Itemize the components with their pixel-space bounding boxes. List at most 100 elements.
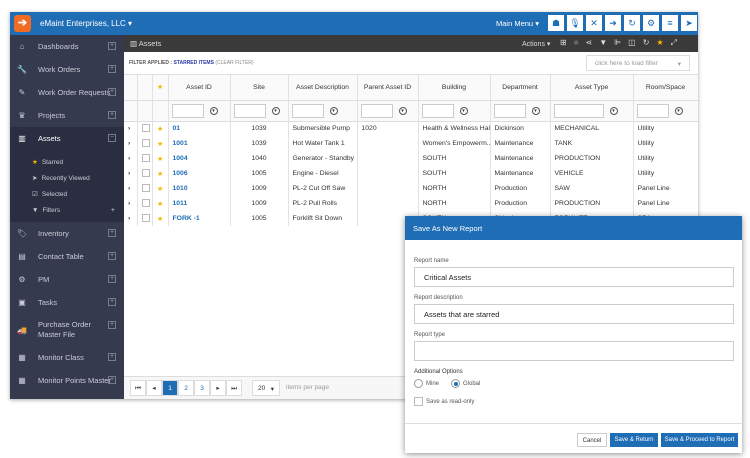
report-name-input[interactable]: Critical Assets <box>414 267 734 287</box>
column-header[interactable]: Department <box>490 75 551 101</box>
table-row[interactable]: › ★ 1010 1009 PL-2 Cut Off Saw NORTH Productio… <box>124 181 698 196</box>
readonly-checkbox-box[interactable] <box>414 397 423 406</box>
expand-icon[interactable]: + <box>108 376 116 384</box>
filter-options-icon[interactable]: ▾ <box>398 106 407 115</box>
company-switcher[interactable]: eMaint Enterprises, LLC ▾ <box>40 19 132 28</box>
tools-icon[interactable]: ✕ <box>586 15 602 31</box>
filter-options-icon[interactable]: ▾ <box>609 106 618 115</box>
asset-id-link[interactable]: 1010 <box>168 181 231 196</box>
radio-global[interactable]: Global <box>451 379 480 388</box>
clear-filter-link[interactable]: (CLEAR FILTER) <box>215 60 253 66</box>
sidebar-item-monitor-class[interactable]: ▦ Monitor Class + <box>10 346 124 369</box>
expand-row-icon[interactable]: › <box>124 136 138 151</box>
star-icon[interactable]: ★ <box>152 181 169 196</box>
logout-icon[interactable]: ➜ <box>605 15 621 31</box>
expand-icon[interactable]: + <box>108 321 116 329</box>
column-filter-input[interactable] <box>171 103 204 118</box>
page-1-button[interactable]: 1 <box>162 380 178 396</box>
filter-options-icon[interactable]: ▾ <box>329 106 338 115</box>
expand-icon[interactable]: + <box>108 65 116 73</box>
filter-options-icon[interactable]: ▾ <box>674 106 683 115</box>
column-header[interactable]: Building <box>418 75 491 101</box>
asset-id-link[interactable]: 1006 <box>168 166 231 181</box>
filter-icon[interactable]: ▼ <box>599 38 607 48</box>
actions-dropdown[interactable]: Actions ▾ <box>522 40 550 48</box>
star-icon[interactable]: ★ <box>152 211 169 226</box>
report-type-input[interactable] <box>414 341 734 361</box>
star-icon[interactable]: ★ <box>152 151 169 166</box>
gear-icon[interactable]: ⚙ <box>643 15 659 31</box>
main-menu-button[interactable]: Main Menu ▾ <box>496 19 539 28</box>
navigate-icon[interactable]: ➤ <box>681 15 697 31</box>
asset-id-link[interactable]: FORK -1 <box>168 211 231 226</box>
square-icon[interactable]: ■ <box>574 38 579 48</box>
column-header[interactable]: Parent Asset ID <box>357 75 419 101</box>
filter-options-icon[interactable]: ▾ <box>271 106 280 115</box>
sidebar-sub-starred[interactable]: ★ Starred <box>10 150 124 170</box>
radio-mine-circle[interactable] <box>414 379 423 388</box>
row-checkbox[interactable] <box>141 123 150 132</box>
column-header[interactable]: Asset Description <box>288 75 358 101</box>
column-filter-input[interactable] <box>493 103 526 118</box>
expand-icon[interactable]: + <box>108 298 116 306</box>
cancel-button[interactable]: Cancel <box>577 433 607 447</box>
sidebar-item-work-orders[interactable]: 🔧 Work Orders + <box>10 58 124 81</box>
filter-options-icon[interactable]: ▾ <box>209 106 218 115</box>
expand-icon[interactable]: + <box>108 353 116 361</box>
expand-icon[interactable]: + <box>108 275 116 283</box>
asset-id-link[interactable]: 1011 <box>168 196 231 211</box>
column-header[interactable]: Asset Type <box>550 75 634 101</box>
expand-row-icon[interactable]: › <box>124 166 138 181</box>
expand-row-icon[interactable]: › <box>124 211 138 226</box>
radio-mine[interactable]: Mine <box>414 379 439 388</box>
expand-row-icon[interactable]: › <box>124 151 138 166</box>
sidebar-sub-selected[interactable]: ☑ Selected <box>10 186 124 202</box>
row-select[interactable] <box>137 196 153 211</box>
column-filter-input[interactable] <box>291 103 324 118</box>
star-icon[interactable]: ★ <box>152 166 169 181</box>
user-icon[interactable]: ☗ <box>548 15 564 31</box>
page-2-button[interactable]: 2 <box>178 380 194 396</box>
asset-id-link[interactable]: 1004 <box>168 151 231 166</box>
sidebar-item-work-order-requests[interactable]: ✎ Work Order Requests + <box>10 81 124 104</box>
table-row[interactable]: › ★ 1004 1040 Generator - Standby SOUTH Mainte… <box>124 151 698 166</box>
table-row[interactable]: › ★ 01 1039 Submersible Pump 1020 Health & Wel… <box>124 121 698 136</box>
sort-icon[interactable]: ⊫ <box>614 38 621 48</box>
expand-row-icon[interactable]: › <box>124 181 138 196</box>
first-page-button[interactable]: ⏮ <box>130 380 146 396</box>
row-checkbox[interactable] <box>141 213 150 222</box>
row-checkbox[interactable] <box>141 153 150 162</box>
add-column-icon[interactable]: ⊞ <box>560 38 567 48</box>
star-icon[interactable]: ★ <box>152 196 169 211</box>
row-checkbox[interactable] <box>141 138 150 147</box>
star-icon[interactable]: ★ <box>656 38 663 48</box>
share-icon[interactable]: ⋖ <box>586 38 593 48</box>
asset-id-link[interactable]: 1001 <box>168 136 231 151</box>
expand-icon[interactable]: + <box>108 252 116 260</box>
row-checkbox[interactable] <box>141 198 150 207</box>
sidebar-item-assets[interactable]: ▥ Assets − <box>10 127 124 150</box>
save-proceed-button[interactable]: Save & Proceed to Report <box>661 433 738 447</box>
filter-options-icon[interactable]: ▾ <box>459 106 468 115</box>
expand-row-icon[interactable]: › <box>124 196 138 211</box>
expand-row-icon[interactable]: › <box>124 121 138 136</box>
row-select[interactable] <box>137 136 153 151</box>
row-select[interactable] <box>137 151 153 166</box>
asset-id-link[interactable]: 01 <box>168 121 231 136</box>
next-page-button[interactable]: ▸ <box>210 380 226 396</box>
sidebar-item-purchase-order[interactable]: 🚚 Purchase Order Master File + <box>10 314 124 346</box>
column-filter-input[interactable] <box>360 103 393 118</box>
table-row[interactable]: › ★ 1001 1039 Hot Water Tank 1 Women's Empowe… <box>124 136 698 151</box>
row-select[interactable] <box>137 211 153 226</box>
refresh-icon[interactable]: ↻ <box>643 38 650 48</box>
sidebar-item-contact-table[interactable]: ▤ Contact Table + <box>10 245 124 268</box>
table-row[interactable]: › ★ 1006 1005 Engine - Diesel SOUTH Maintenanc… <box>124 166 698 181</box>
row-select[interactable] <box>137 181 153 196</box>
load-filter-dropdown[interactable]: click here to load filter ▾ <box>586 55 690 71</box>
filter-item-link[interactable]: STARRED ITEMS <box>173 60 213 66</box>
sidebar-item-inventory[interactable]: 🏷 Inventory + <box>10 222 124 245</box>
row-select[interactable] <box>137 166 153 181</box>
row-select[interactable] <box>137 121 153 136</box>
expand-icon[interactable]: ⤢ <box>671 38 677 48</box>
last-page-button[interactable]: ⏭ <box>226 380 242 396</box>
